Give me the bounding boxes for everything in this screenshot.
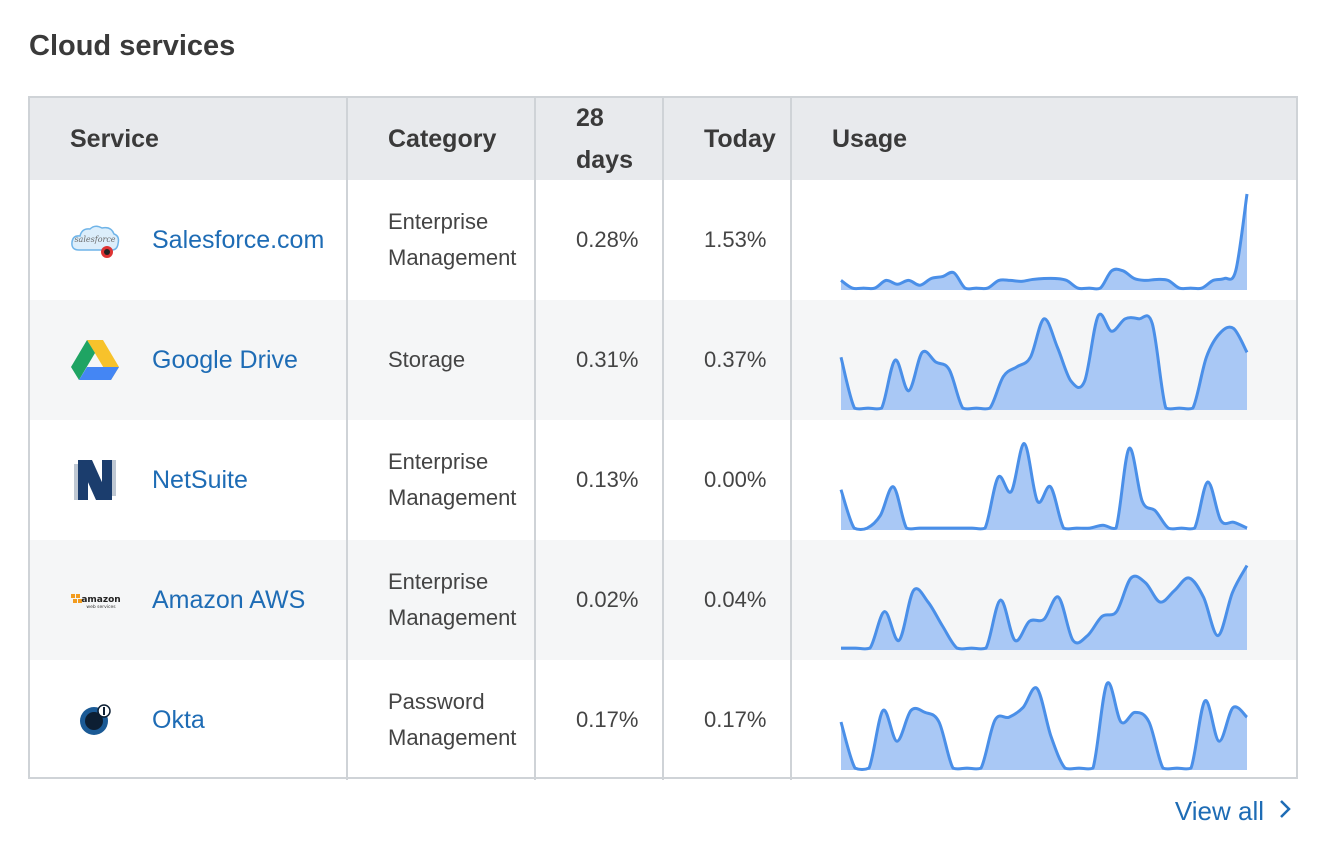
page-title: Cloud services bbox=[29, 30, 236, 62]
usage-28-days: 0.28% bbox=[576, 227, 639, 252]
usage-sparkline bbox=[839, 681, 1249, 772]
usage-today: 1.53% bbox=[704, 227, 767, 252]
table-row: NetSuite Enterprise Management 0.13% 0.00… bbox=[30, 420, 1296, 540]
service-link-netsuite[interactable]: NetSuite bbox=[152, 466, 248, 495]
table-row: Google Drive Storage 0.31% 0.37% bbox=[30, 300, 1296, 420]
usage-sparkline bbox=[840, 193, 1249, 291]
salesforce-logo-icon: salesforce bbox=[68, 213, 122, 267]
category: Enterprise Management bbox=[388, 449, 517, 510]
amazon-aws-logo-icon: amazon web services bbox=[68, 573, 122, 627]
sparkline-line bbox=[840, 193, 1249, 291]
table-header: Service Category 28 days Today Usage bbox=[30, 98, 1296, 180]
usage-today: 0.17% bbox=[704, 707, 767, 732]
chevron-right-icon bbox=[1278, 796, 1292, 827]
table-row: Okta Password Management 0.17% 0.17% bbox=[30, 660, 1296, 780]
category: Password Management bbox=[388, 689, 517, 750]
service-link-salesforce[interactable]: Salesforce.com bbox=[152, 226, 324, 255]
cloud-services-table: Service Category 28 days Today Usage sal… bbox=[28, 96, 1298, 780]
svg-text:amazon: amazon bbox=[81, 595, 120, 605]
table-row: salesforce Salesforce.com Enterprise Mana… bbox=[30, 180, 1296, 300]
usage-28-days: 0.17% bbox=[576, 707, 639, 732]
sparkline-area bbox=[841, 314, 1247, 410]
usage-sparkline bbox=[839, 312, 1249, 411]
view-all-label: View all bbox=[1174, 796, 1264, 826]
okta-logo-icon bbox=[68, 693, 122, 747]
svg-text:web services: web services bbox=[86, 604, 116, 610]
header-28-days-line2: days bbox=[576, 146, 633, 174]
service-link-amazon-aws[interactable]: Amazon AWS bbox=[152, 586, 305, 615]
view-all-link[interactable]: View all bbox=[1175, 796, 1292, 827]
service-link-google-drive[interactable]: Google Drive bbox=[152, 346, 298, 375]
header-category[interactable]: Category bbox=[348, 118, 496, 160]
header-today[interactable]: Today bbox=[664, 118, 776, 160]
header-usage[interactable]: Usage bbox=[792, 118, 907, 160]
table-row: amazon web services Amazon AWS Enterpris… bbox=[30, 540, 1296, 660]
service-link-okta[interactable]: Okta bbox=[152, 706, 205, 735]
category: Enterprise Management bbox=[388, 569, 517, 630]
netsuite-logo-icon bbox=[68, 453, 122, 507]
svg-text:salesforce: salesforce bbox=[74, 235, 115, 244]
usage-today: 0.00% bbox=[704, 467, 767, 492]
usage-sparkline bbox=[839, 442, 1248, 532]
usage-28-days: 0.31% bbox=[576, 347, 639, 372]
sparkline-area bbox=[841, 682, 1247, 770]
header-service[interactable]: Service bbox=[30, 118, 159, 160]
category: Storage bbox=[388, 347, 466, 372]
usage-today: 0.37% bbox=[704, 347, 767, 372]
sparkline-area bbox=[841, 194, 1247, 290]
usage-28-days: 0.02% bbox=[576, 587, 639, 612]
google-drive-logo-icon bbox=[68, 333, 122, 387]
usage-sparkline bbox=[841, 564, 1249, 651]
category: Enterprise Management bbox=[388, 209, 517, 270]
header-28-days[interactable]: 28 days bbox=[536, 97, 633, 181]
usage-28-days: 0.13% bbox=[576, 467, 639, 492]
usage-today: 0.04% bbox=[704, 587, 767, 612]
header-28-days-line1: 28 bbox=[576, 104, 604, 132]
